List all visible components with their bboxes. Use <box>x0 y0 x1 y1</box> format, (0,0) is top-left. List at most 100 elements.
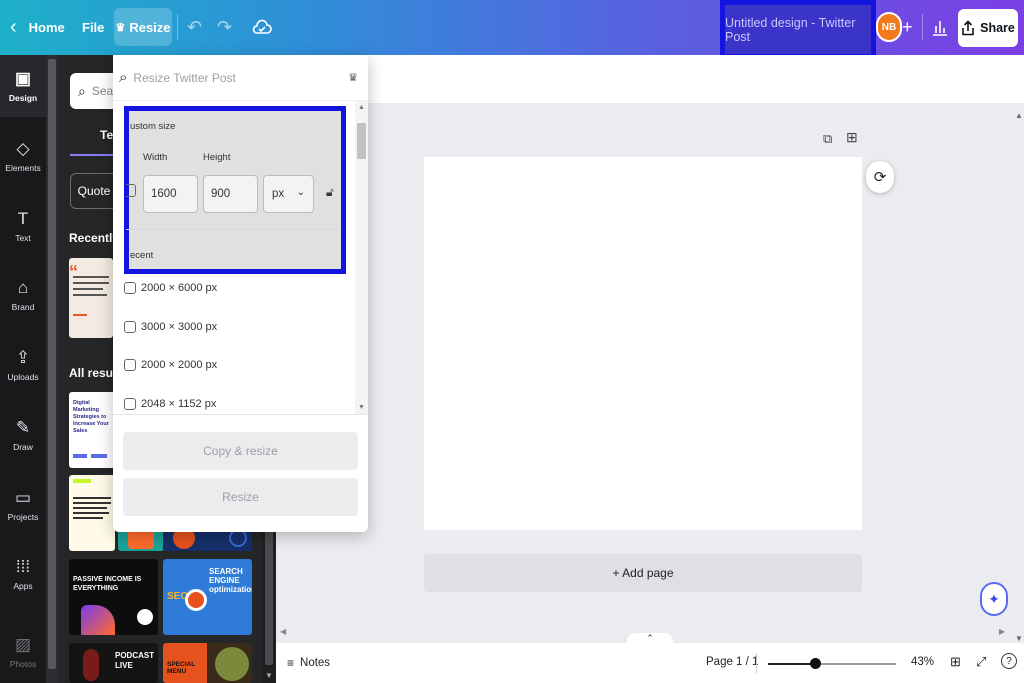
quote-filter-chip[interactable]: Quote <box>70 173 118 209</box>
file-menu-button[interactable]: File <box>82 13 104 41</box>
template-title: PODCAST LIVE <box>115 651 155 670</box>
crown-icon: ♛ <box>348 72 358 84</box>
scroll-left-arrow[interactable]: ◀ <box>280 627 286 636</box>
unit-select[interactable]: px ⌄ <box>263 175 314 213</box>
add-page-icon[interactable]: ⊞ <box>846 129 858 146</box>
copy-resize-button[interactable]: Copy & resize <box>123 432 358 470</box>
scroll-thumb[interactable] <box>48 59 56 669</box>
template-card[interactable]: Digital Marketing Strategies to Increase… <box>69 392 115 468</box>
share-button[interactable]: Share <box>958 9 1018 47</box>
scroll-thumb[interactable] <box>357 123 366 159</box>
lock-icon[interactable]: 🔓︎ <box>326 185 334 200</box>
height-field[interactable]: 900 <box>203 175 258 213</box>
chevron-left-icon: ‹ <box>10 15 17 38</box>
template-card[interactable]: SEARCH ENGINE optimization SEO <box>163 559 252 635</box>
notes-icon: ≡ <box>287 656 295 670</box>
pen-icon: ✎ <box>15 418 31 437</box>
resize-search-input[interactable]: ⌕ Resize Twitter Post ♛ <box>113 55 368 101</box>
recent-size-option[interactable]: 2048 × 1152 px <box>124 394 216 414</box>
scroll-up-arrow[interactable]: ▲ <box>1015 111 1023 120</box>
apps-icon: ⁞⁞⁞ <box>15 557 31 576</box>
scroll-up-arrow[interactable]: ▲ <box>358 104 365 111</box>
rail-item-label: Brand <box>11 302 35 312</box>
page-indicator[interactable]: Page 1 / 1 <box>706 656 758 668</box>
width-label: Width <box>143 152 168 163</box>
shapes-icon: ◇ <box>16 139 30 158</box>
add-page-button[interactable]: + Add page <box>424 554 862 592</box>
checkbox[interactable] <box>124 282 136 294</box>
undo-icon[interactable]: ↶ <box>187 15 205 39</box>
rail-item-label: Design <box>8 93 38 103</box>
template-title: SEARCH ENGINE optimization <box>209 567 252 594</box>
fullscreen-icon[interactable]: ⤢ <box>976 654 986 670</box>
redo-icon[interactable]: ↷ <box>217 15 235 39</box>
add-collaborator-icon[interactable]: + <box>902 16 916 38</box>
template-card[interactable]: PODCAST LIVE <box>69 643 158 683</box>
scroll-right-arrow[interactable]: ▶ <box>999 627 1005 636</box>
custom-size-checkbox[interactable] <box>126 184 136 197</box>
size-label: 2048 × 1152 px <box>141 398 217 410</box>
rail-item-projects[interactable]: ▭ Projects <box>0 474 46 536</box>
dropdown-scrollbar[interactable]: ▲ ▼ <box>355 101 368 414</box>
rail-item-apps[interactable]: ⁞⁞⁞ Apps <box>0 543 46 605</box>
folder-icon: ▭ <box>14 488 32 507</box>
help-icon[interactable]: ? <box>1001 653 1017 669</box>
checkbox[interactable] <box>124 359 136 371</box>
duplicate-page-icon[interactable]: ⧉ <box>823 131 832 147</box>
recent-size-option[interactable]: 2000 × 2000 px <box>124 355 217 375</box>
rail-item-elements[interactable]: ◇ Elements <box>0 125 46 187</box>
template-title: SPECIAL MENU <box>167 661 196 675</box>
grid-view-icon[interactable]: ⊞ <box>950 654 961 670</box>
height-label: Height <box>203 152 231 163</box>
template-card[interactable]: PASSIVE INCOME IS EVERYTHING <box>69 559 158 635</box>
workspace-vertical-scrollbar[interactable]: ▲ ▼ <box>1012 103 1024 643</box>
rail-item-label: Apps <box>13 581 33 591</box>
resize-dropdown: ⌕ Resize Twitter Post ♛ ustom size Width… <box>113 55 368 532</box>
brand-icon: ⌂ <box>17 278 29 297</box>
home-button[interactable]: ‹ Home <box>10 13 65 41</box>
template-title: PASSIVE INCOME IS EVERYTHING <box>73 576 142 592</box>
cloud-saved-icon[interactable] <box>252 15 274 39</box>
home-label: Home <box>28 19 65 35</box>
photo-icon: ▨ <box>14 635 32 654</box>
design-title[interactable]: Untitled design - Twitter Post <box>720 0 876 59</box>
rail-item-label: Text <box>15 233 31 243</box>
divider <box>126 229 341 230</box>
checkbox[interactable] <box>124 321 136 333</box>
search-icon: ⌕ <box>119 69 128 86</box>
checkbox[interactable] <box>124 398 136 410</box>
design-canvas[interactable] <box>424 157 862 530</box>
notes-button[interactable]: ≡ Notes <box>287 656 330 670</box>
resize-button[interactable]: ♛ Resize <box>114 8 172 46</box>
template-card[interactable] <box>69 475 115 551</box>
zoom-level[interactable]: 43% <box>911 656 934 668</box>
rail-scrollbar[interactable] <box>46 55 58 683</box>
refresh-icon[interactable]: ⟳ <box>866 161 894 193</box>
chevron-up-icon[interactable]: ⌃ <box>627 633 673 645</box>
recent-size-option[interactable]: 2000 × 6000 px <box>124 278 217 298</box>
scroll-down-arrow[interactable]: ▼ <box>265 671 273 680</box>
resize-confirm-button[interactable]: Resize <box>123 478 358 516</box>
zoom-slider-fill <box>768 663 816 665</box>
custom-size-label: ustom size <box>130 121 176 132</box>
width-field[interactable]: 1600 <box>143 175 198 213</box>
text-icon: T <box>17 209 29 228</box>
avatar[interactable]: NB <box>876 12 902 42</box>
scroll-down-arrow[interactable]: ▼ <box>358 404 365 411</box>
rail-item-design[interactable]: ▣ Design <box>0 55 46 117</box>
share-icon <box>962 20 974 36</box>
upload-icon: ⇪ <box>15 348 31 367</box>
rail-item-text[interactable]: T Text <box>0 195 46 257</box>
magic-assistant-icon[interactable]: ✦ <box>980 582 1008 616</box>
rail-item-photos[interactable]: ▨ Photos <box>0 621 46 683</box>
rail-item-brand[interactable]: ⌂ Brand <box>0 264 46 326</box>
scroll-down-arrow[interactable]: ▼ <box>1015 634 1023 643</box>
template-card[interactable]: SPECIAL MENU <box>163 643 252 683</box>
rail-item-label: Draw <box>13 442 33 452</box>
recent-size-option[interactable]: 3000 × 3000 px <box>124 317 217 337</box>
insights-icon[interactable] <box>932 16 950 38</box>
rail-item-draw[interactable]: ✎ Draw <box>0 404 46 466</box>
recent-template-thumbnail[interactable]: “ <box>69 258 113 338</box>
rail-item-uploads[interactable]: ⇪ Uploads <box>0 334 46 396</box>
share-label: Share <box>980 21 1015 35</box>
